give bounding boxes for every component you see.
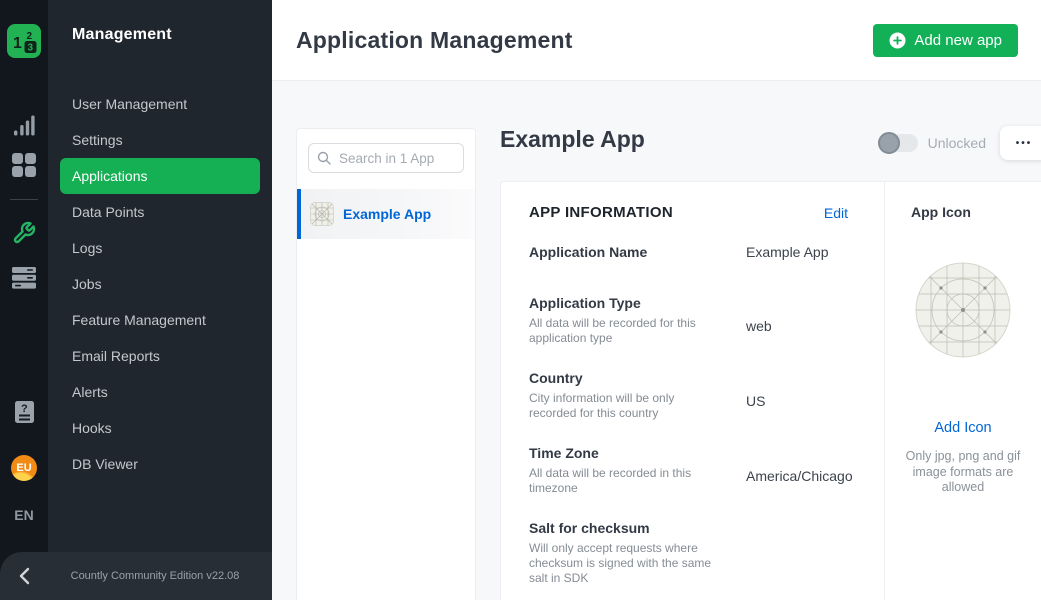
info-value: US [746,391,765,421]
app-list-card: Example App [296,128,476,600]
svg-text:2: 2 [27,31,33,42]
info-label: Application Type [529,293,746,313]
add-new-app-button[interactable]: Add new app [873,24,1018,57]
info-label: Country [529,368,746,388]
management-wrench-icon[interactable] [12,221,36,245]
app-detail-card: APP INFORMATION Edit Application Name Ex… [500,181,1041,600]
sidebar-item-data-points[interactable]: Data Points [60,194,260,230]
data-server-icon[interactable] [12,267,36,289]
edit-link[interactable]: Edit [824,205,848,221]
sidebar-item-feature-management[interactable]: Feature Management [60,302,260,338]
info-row-application-name: Application Name Example App [529,242,848,262]
app-detail-controls: Unlocked ••• [879,125,1041,161]
info-label: Time Zone [529,443,746,463]
icon-format-note: Only jpg, png and gif image formats are … [898,449,1028,496]
icon-rail: 1 2 3 [0,0,48,600]
app-list-item-example-app[interactable]: Example App [297,189,475,239]
sidebar-item-email-reports[interactable]: Email Reports [60,338,260,374]
sidebar-item-alerts[interactable]: Alerts [60,374,260,410]
info-row-application-type: Application Type All data will be record… [529,293,848,346]
svg-text:1: 1 [13,35,22,52]
version-label: Countly Community Edition v22.08 [48,570,272,582]
app-icon-heading: App Icon [885,204,1041,220]
page-header: Application Management Add new app [272,0,1041,81]
toggle-knob[interactable] [878,132,900,154]
help-guide-icon[interactable]: ? [14,400,35,424]
user-avatar[interactable]: EU [11,455,37,481]
info-row-country: Country City information will be only re… [529,368,848,421]
app-search-input[interactable] [308,143,464,173]
info-desc: Will only accept requests where checksum… [529,541,725,586]
language-selector[interactable]: EN [0,507,48,523]
search-icon [317,151,331,165]
app-information-section: APP INFORMATION Edit Application Name Ex… [501,182,884,600]
content-area: Example App Example App Unlocked ••• APP… [272,81,1041,600]
info-desc: City information will be only recorded f… [529,391,725,421]
info-label: Application Name [529,242,746,262]
sidebar-item-applications[interactable]: Applications [60,158,260,194]
info-value: web [746,316,772,346]
sidebar-item-db-viewer[interactable]: DB Viewer [60,446,260,482]
countly-logo-icon[interactable]: 1 2 3 [7,24,41,58]
info-value: Example App [746,242,829,262]
management-menu: Management User Management Settings Appl… [48,0,272,600]
collapse-chevron-icon[interactable] [0,567,48,585]
app-mini-icon [310,202,334,226]
sidebar-footer: Countly Community Edition v22.08 [0,552,272,600]
info-value: America/Chicago [746,466,853,496]
sidebar-item-jobs[interactable]: Jobs [60,266,260,302]
lock-toggle[interactable] [879,134,918,152]
app-icon-placeholder[interactable] [915,262,1011,358]
menu-item-list: User Management Settings Applications Da… [48,86,272,482]
app-icon-panel: App Icon [884,182,1041,600]
sidebar-item-hooks[interactable]: Hooks [60,410,260,446]
page-title: Application Management [296,27,573,54]
info-row-salt-for-checksum: Salt for checksum Will only accept reque… [529,518,848,586]
info-row-time-zone: Time Zone All data will be recorded in t… [529,443,848,496]
sidebar-item-settings[interactable]: Settings [60,122,260,158]
plus-circle-icon [889,32,906,49]
sidebar-item-logs[interactable]: Logs [60,230,260,266]
sidebar-item-user-management[interactable]: User Management [60,86,260,122]
app-window: 1 2 3 [0,0,1041,600]
svg-text:3: 3 [28,43,34,54]
lock-toggle-label: Unlocked [928,135,986,151]
app-list-item-label: Example App [343,206,431,222]
app-search-box [308,143,464,173]
app-information-heading: APP INFORMATION [529,204,673,221]
more-options-button[interactable]: ••• [1000,126,1041,160]
rail-divider [10,199,38,200]
info-desc: All data will be recorded for this appli… [529,316,725,346]
info-desc: All data will be recorded in this timezo… [529,466,725,496]
add-icon-link[interactable]: Add Icon [885,420,1041,436]
svg-text:?: ? [21,403,28,415]
analytics-bar-chart-icon[interactable] [13,115,35,136]
menu-title: Management [48,26,272,44]
info-label: Salt for checksum [529,518,746,538]
add-new-app-label: Add new app [914,32,1002,49]
apps-grid-icon[interactable] [12,153,36,177]
app-detail-title: Example App [500,126,645,153]
sidebar: 1 2 3 [0,0,272,600]
